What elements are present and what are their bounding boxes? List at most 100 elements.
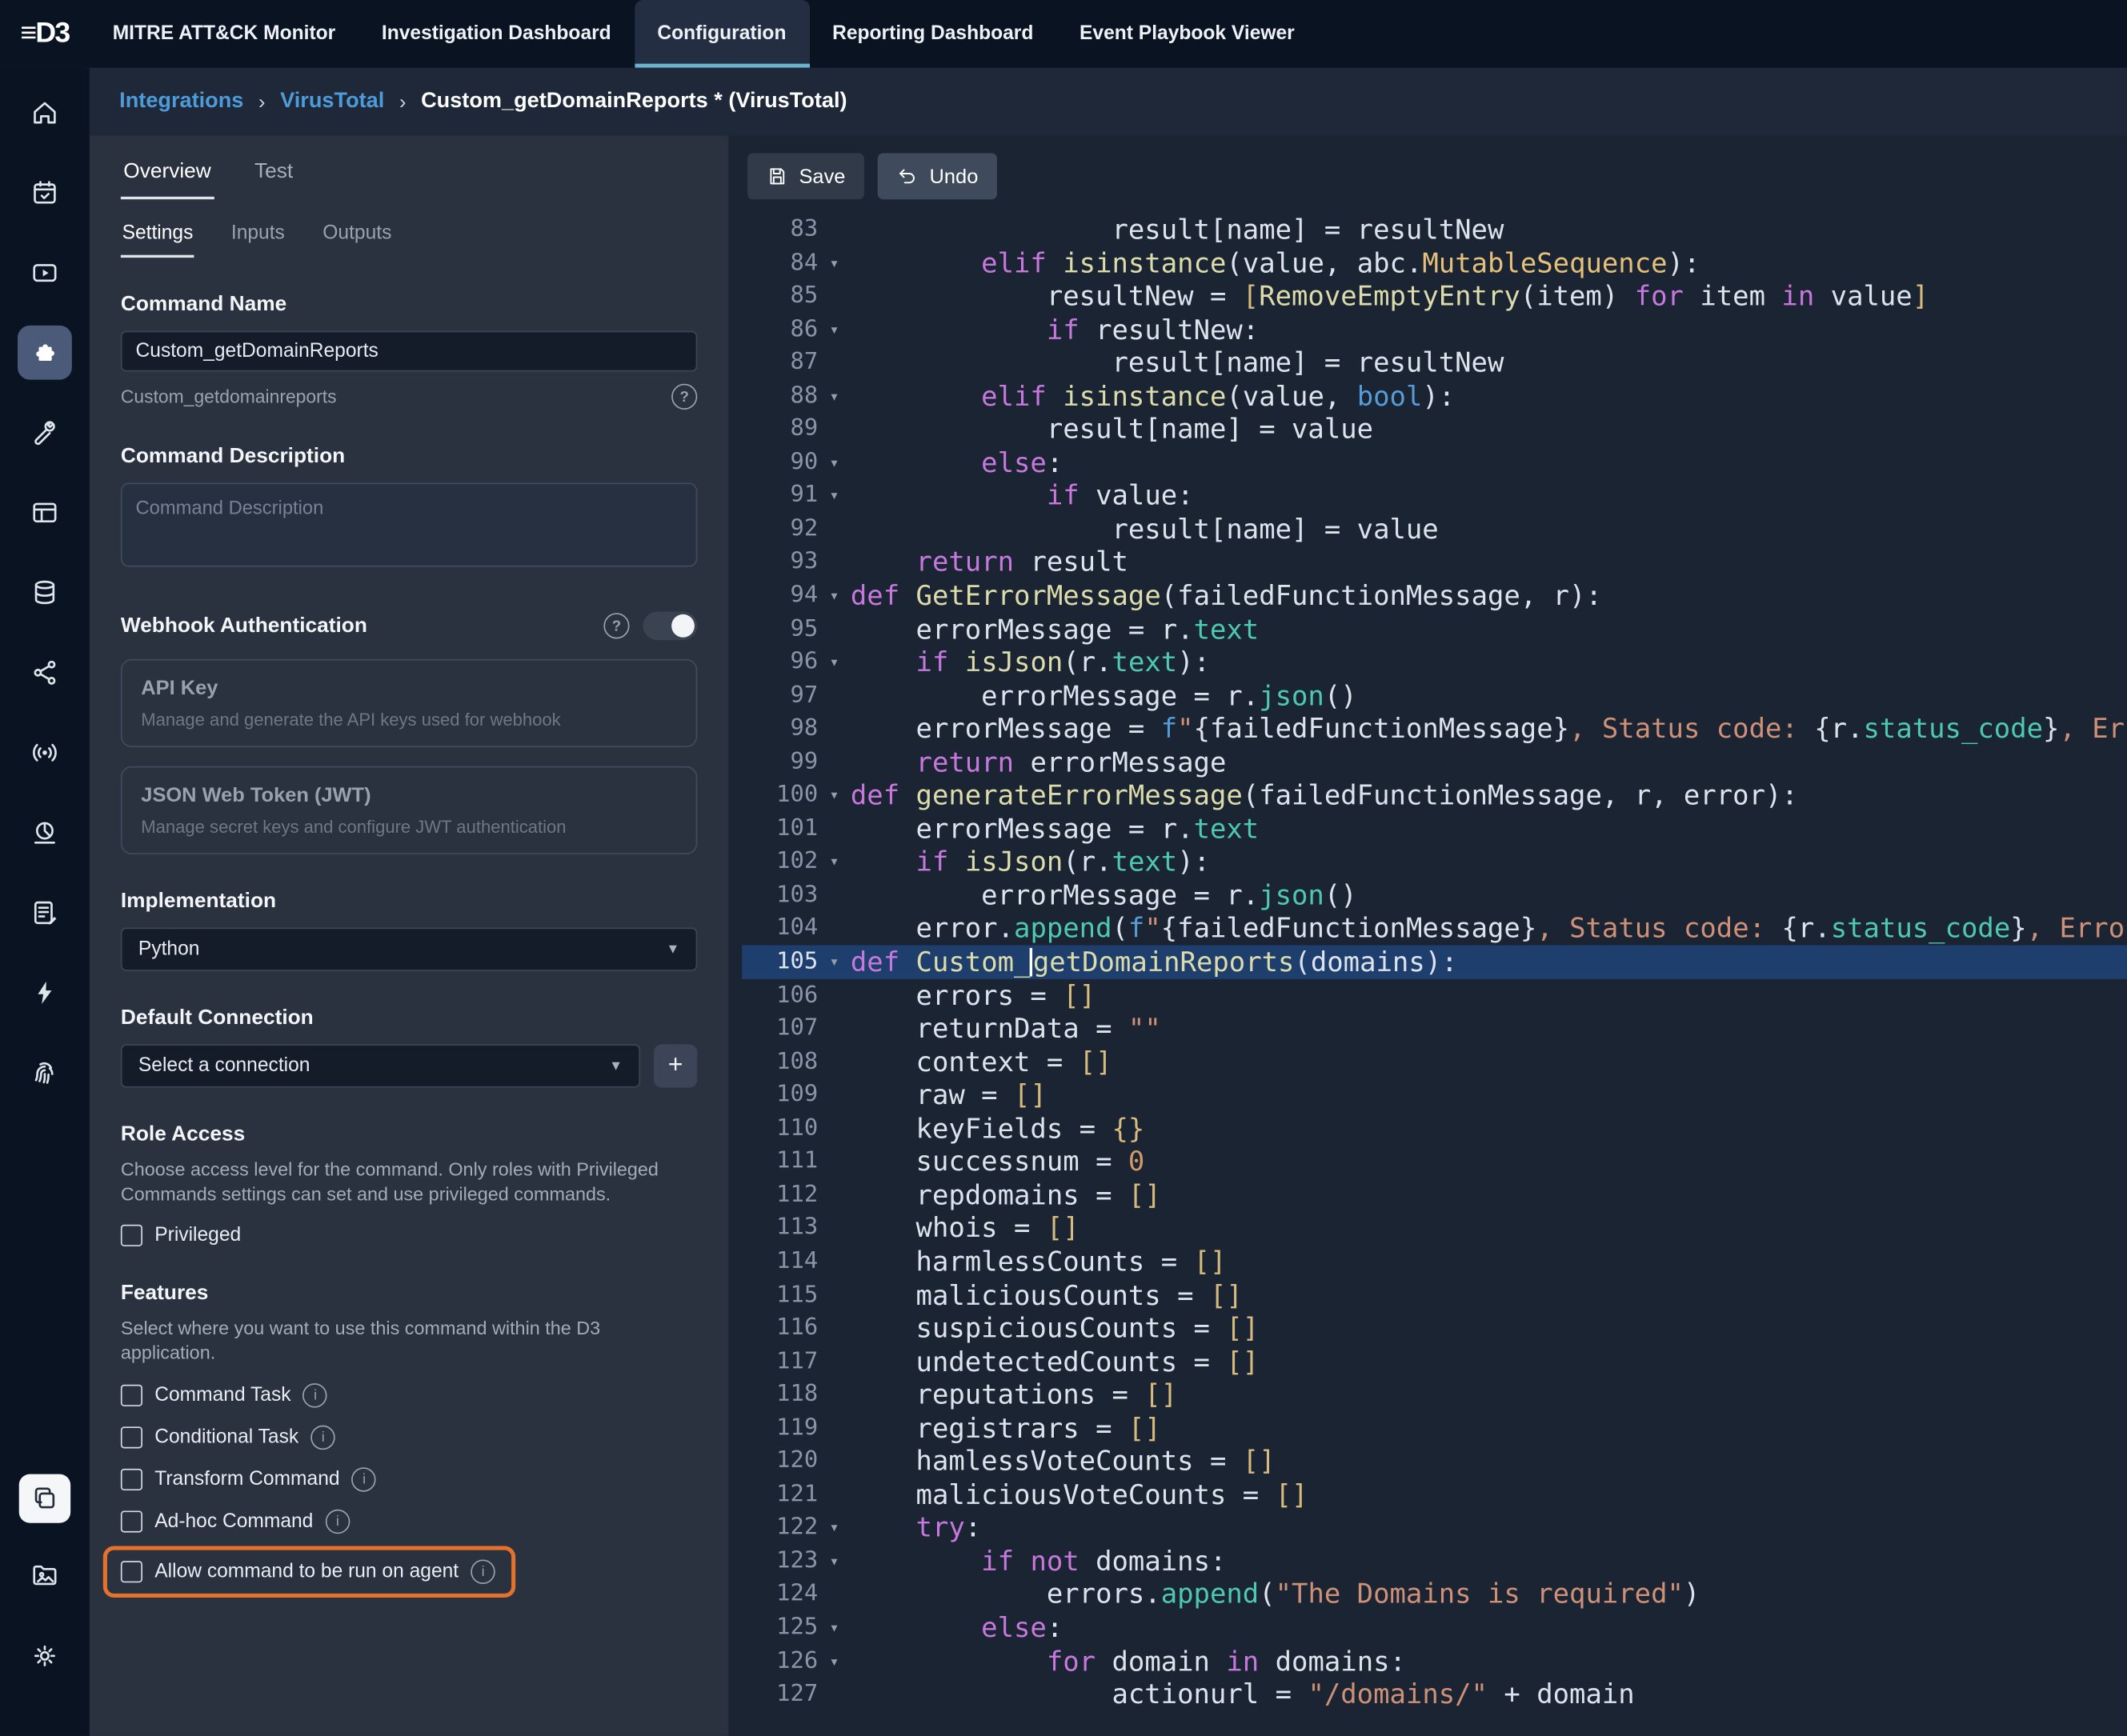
help-icon[interactable]: ?: [603, 613, 629, 638]
help-icon[interactable]: ?: [671, 384, 697, 410]
info-icon[interactable]: i: [326, 1509, 350, 1534]
calendar-icon[interactable]: [18, 166, 72, 220]
line-number[interactable]: 126: [742, 1644, 818, 1678]
checkbox[interactable]: [121, 1510, 142, 1532]
code-lines[interactable]: 83 result[name] = resultNew84▾ elif isin…: [728, 210, 2127, 1736]
code-line[interactable]: 100▾def generateErrorMessage(failedFunct…: [742, 779, 2127, 813]
api-key-card[interactable]: API Key Manage and generate the API keys…: [121, 659, 697, 747]
fold-icon[interactable]: ▾: [818, 579, 851, 613]
code-line[interactable]: 116 suspiciousCounts = []: [742, 1311, 2127, 1345]
puzzle-icon[interactable]: [18, 326, 72, 380]
line-number[interactable]: 108: [742, 1045, 818, 1078]
line-number[interactable]: 88: [742, 379, 818, 413]
code-line[interactable]: 96▾ if isJson(r.text):: [742, 646, 2127, 679]
line-number[interactable]: 97: [742, 679, 818, 713]
line-number[interactable]: 89: [742, 413, 818, 446]
info-icon[interactable]: i: [310, 1425, 335, 1450]
code-line[interactable]: 127 actionurl = "/domains/" + domain: [742, 1678, 2127, 1711]
code-line[interactable]: 110 keyFields = {}: [742, 1112, 2127, 1146]
line-number[interactable]: 87: [742, 346, 818, 380]
image-folder-icon[interactable]: [18, 1549, 72, 1603]
info-icon[interactable]: i: [471, 1559, 495, 1584]
code-line[interactable]: 119 registrars = []: [742, 1411, 2127, 1445]
command-name-input[interactable]: [121, 331, 697, 372]
checkbox[interactable]: [121, 1384, 142, 1406]
feature-transform-command[interactable]: Transform Commandi: [121, 1467, 697, 1492]
add-connection-button[interactable]: +: [654, 1044, 697, 1087]
code-line[interactable]: 105▾def Custom_getDomainReports(domains)…: [742, 946, 2127, 979]
code-line[interactable]: 90▾ else:: [742, 446, 2127, 479]
undo-button[interactable]: Undo: [878, 154, 997, 200]
document-pencil-icon[interactable]: [18, 886, 72, 940]
checkbox[interactable]: [121, 1468, 142, 1490]
line-number[interactable]: 90: [742, 446, 818, 479]
line-number[interactable]: 109: [742, 1078, 818, 1112]
code-line[interactable]: 87 result[name] = resultNew: [742, 346, 2127, 380]
code-line[interactable]: 114 harmlessCounts = []: [742, 1245, 2127, 1278]
line-number[interactable]: 95: [742, 612, 818, 646]
code-line[interactable]: 86▾ if resultNew:: [742, 313, 2127, 346]
info-icon[interactable]: i: [352, 1467, 377, 1492]
default-connection-select[interactable]: Select a connection ▼: [121, 1044, 640, 1087]
line-number[interactable]: 104: [742, 912, 818, 946]
nav-event-playbook-viewer[interactable]: Event Playbook Viewer: [1056, 0, 1317, 68]
line-number[interactable]: 105: [742, 946, 818, 979]
save-button[interactable]: Save: [747, 154, 864, 200]
checkbox[interactable]: [121, 1426, 142, 1448]
line-number[interactable]: 94: [742, 579, 818, 613]
fold-icon[interactable]: ▾: [818, 779, 851, 813]
fingerprint-icon[interactable]: [18, 1046, 72, 1100]
code-line[interactable]: 91▾ if value:: [742, 479, 2127, 513]
feature-conditional-task[interactable]: Conditional Taski: [121, 1425, 697, 1450]
lightning-icon[interactable]: [18, 966, 72, 1020]
fold-icon[interactable]: ▾: [818, 379, 851, 413]
code-line[interactable]: 103 errorMessage = r.json(): [742, 878, 2127, 912]
code-line[interactable]: 93 return result: [742, 546, 2127, 579]
code-line[interactable]: 89 result[name] = value: [742, 413, 2127, 446]
command-description-input[interactable]: [121, 482, 697, 566]
code-line[interactable]: 123▾ if not domains:: [742, 1545, 2127, 1578]
share-nodes-icon[interactable]: [18, 646, 72, 700]
code-line[interactable]: 115 maliciousCounts = []: [742, 1278, 2127, 1312]
copy-icon[interactable]: [19, 1474, 70, 1523]
subtab-inputs[interactable]: Inputs: [230, 220, 286, 258]
feature-allow-command-to-be-run-on-agent[interactable]: Allow command to be run on agenti: [103, 1546, 515, 1597]
fold-icon[interactable]: ▾: [818, 313, 851, 346]
line-number[interactable]: 120: [742, 1445, 818, 1478]
nav-mitre-att-ck-monitor[interactable]: MITRE ATT&CK Monitor: [90, 0, 359, 68]
line-number[interactable]: 106: [742, 978, 818, 1012]
fold-icon[interactable]: ▾: [818, 846, 851, 879]
line-number[interactable]: 115: [742, 1278, 818, 1312]
fold-icon[interactable]: ▾: [818, 646, 851, 679]
line-number[interactable]: 127: [742, 1678, 818, 1711]
code-line[interactable]: 106 errors = []: [742, 978, 2127, 1012]
code-line[interactable]: 84▾ elif isinstance(value, abc.MutableSe…: [742, 246, 2127, 280]
broadcast-icon[interactable]: [18, 726, 72, 780]
line-number[interactable]: 85: [742, 279, 818, 313]
feature-command-task[interactable]: Command Taski: [121, 1383, 697, 1408]
line-number[interactable]: 93: [742, 546, 818, 579]
fold-icon[interactable]: ▾: [818, 479, 851, 513]
code-line[interactable]: 126▾ for domain in domains:: [742, 1644, 2127, 1678]
subtab-outputs[interactable]: Outputs: [322, 220, 393, 258]
code-line[interactable]: 104 error.append(f"{failedFunctionMessag…: [742, 912, 2127, 946]
webhook-toggle[interactable]: [643, 612, 698, 641]
wrench-icon[interactable]: [18, 406, 72, 460]
code-line[interactable]: 101 errorMessage = r.text: [742, 812, 2127, 846]
code-line[interactable]: 107 returnData = "": [742, 1012, 2127, 1046]
code-line[interactable]: 124 errors.append("The Domains is requir…: [742, 1578, 2127, 1611]
jwt-card[interactable]: JSON Web Token (JWT) Manage secret keys …: [121, 766, 697, 854]
line-number[interactable]: 103: [742, 878, 818, 912]
fold-icon[interactable]: ▾: [818, 446, 851, 479]
line-number[interactable]: 100: [742, 779, 818, 813]
code-line[interactable]: 97 errorMessage = r.json(): [742, 679, 2127, 713]
code-line[interactable]: 108 context = []: [742, 1045, 2127, 1078]
breadcrumb-integrations[interactable]: Integrations: [119, 90, 243, 114]
line-number[interactable]: 113: [742, 1212, 818, 1246]
code-line[interactable]: 109 raw = []: [742, 1078, 2127, 1112]
line-number[interactable]: 121: [742, 1478, 818, 1511]
checkbox[interactable]: [121, 1561, 142, 1582]
gear-icon[interactable]: [18, 1629, 72, 1683]
line-number[interactable]: 117: [742, 1345, 818, 1378]
line-number[interactable]: 86: [742, 313, 818, 346]
